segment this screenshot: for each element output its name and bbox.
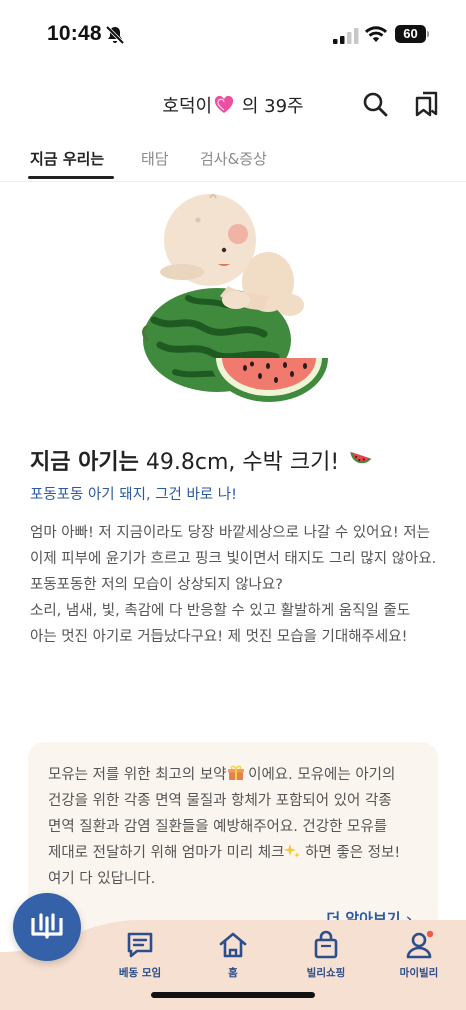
cellular-signal-icon: [333, 28, 359, 44]
nav-shopping[interactable]: 빌리쇼핑: [286, 930, 366, 980]
status-time: 10:48: [47, 22, 102, 45]
info-card-text: 모유는 저를 위한 최고의 보약 이에요. 모유에는 아기의 건강을 위한 각종…: [48, 762, 422, 892]
chat-icon: [127, 932, 153, 958]
description-paragraph: 소리, 냄새, 빛, 촉감에 다 반응할 수 있고 활발하게 움직일 줄도 아는…: [30, 603, 411, 645]
heart-emoji-icon: [214, 95, 234, 113]
battery-nub: [427, 31, 429, 37]
shopping-bag-icon: [314, 930, 338, 959]
nav-label: 홈: [228, 967, 238, 979]
page-title: 호덕이 의 39주: [0, 92, 466, 118]
nav-label: 마이빌리: [399, 967, 439, 979]
active-tab-indicator: [28, 176, 114, 179]
headline-label: 지금 아기는: [30, 450, 139, 475]
info-text-part: 모유는 저를 위한 최고의 보약: [48, 767, 227, 783]
tab-tests-symptoms[interactable]: 검사&증상: [200, 148, 267, 169]
gift-emoji-icon: [227, 765, 244, 780]
week-label: 의 39주: [236, 96, 304, 117]
nav-label: 빌리쇼핑: [306, 967, 346, 979]
search-icon[interactable]: [362, 91, 388, 117]
person-icon: [406, 930, 434, 959]
battery-indicator: 60: [395, 25, 429, 43]
baby-size-text: 49.8cm, 수박 크기!: [138, 450, 340, 475]
baby-description: 엄마 아빠! 저 지금이라도 당장 바깥세상으로 나갈 수 있어요! 저는 이제…: [30, 520, 440, 650]
baby-tagline: 포동포동 아기 돼지, 그건 바로 나!: [30, 487, 237, 503]
tab-now[interactable]: 지금 우리는: [30, 148, 104, 169]
watermelon-emoji-icon: [350, 451, 372, 464]
baby-on-watermelon-illustration: [142, 194, 328, 402]
home-icon: [219, 932, 247, 958]
nav-community[interactable]: 베동 모임: [100, 930, 180, 980]
nav-label: 베동 모임: [118, 967, 162, 979]
battery-level: 60: [395, 25, 426, 43]
top-header: 호덕이 의 39주: [0, 82, 466, 126]
nav-my-page[interactable]: 마이빌리: [379, 930, 459, 980]
content-tabs: 지금 우리는 태담 검사&증상: [0, 140, 466, 182]
sparkles-emoji-icon: [284, 844, 301, 858]
wifi-icon: [365, 26, 387, 42]
bookmarks-icon[interactable]: [414, 91, 440, 117]
baby-name: 호덕이: [162, 96, 213, 117]
book-icon: [31, 913, 63, 939]
description-paragraph: 엄마 아빠! 저 지금이라도 당장 바깥세상으로 나갈 수 있어요! 저는 이제…: [30, 525, 437, 593]
tab-prenatal-talk[interactable]: 태담: [141, 148, 169, 169]
nav-home[interactable]: 홈: [193, 930, 273, 980]
bell-muted-icon: [105, 25, 125, 45]
write-post-button[interactable]: [13, 893, 81, 961]
status-bar: 10:48 60: [0, 0, 466, 70]
home-indicator: [151, 992, 315, 998]
baby-size-headline: 지금 아기는 49.8cm, 수박 크기!: [30, 444, 372, 476]
